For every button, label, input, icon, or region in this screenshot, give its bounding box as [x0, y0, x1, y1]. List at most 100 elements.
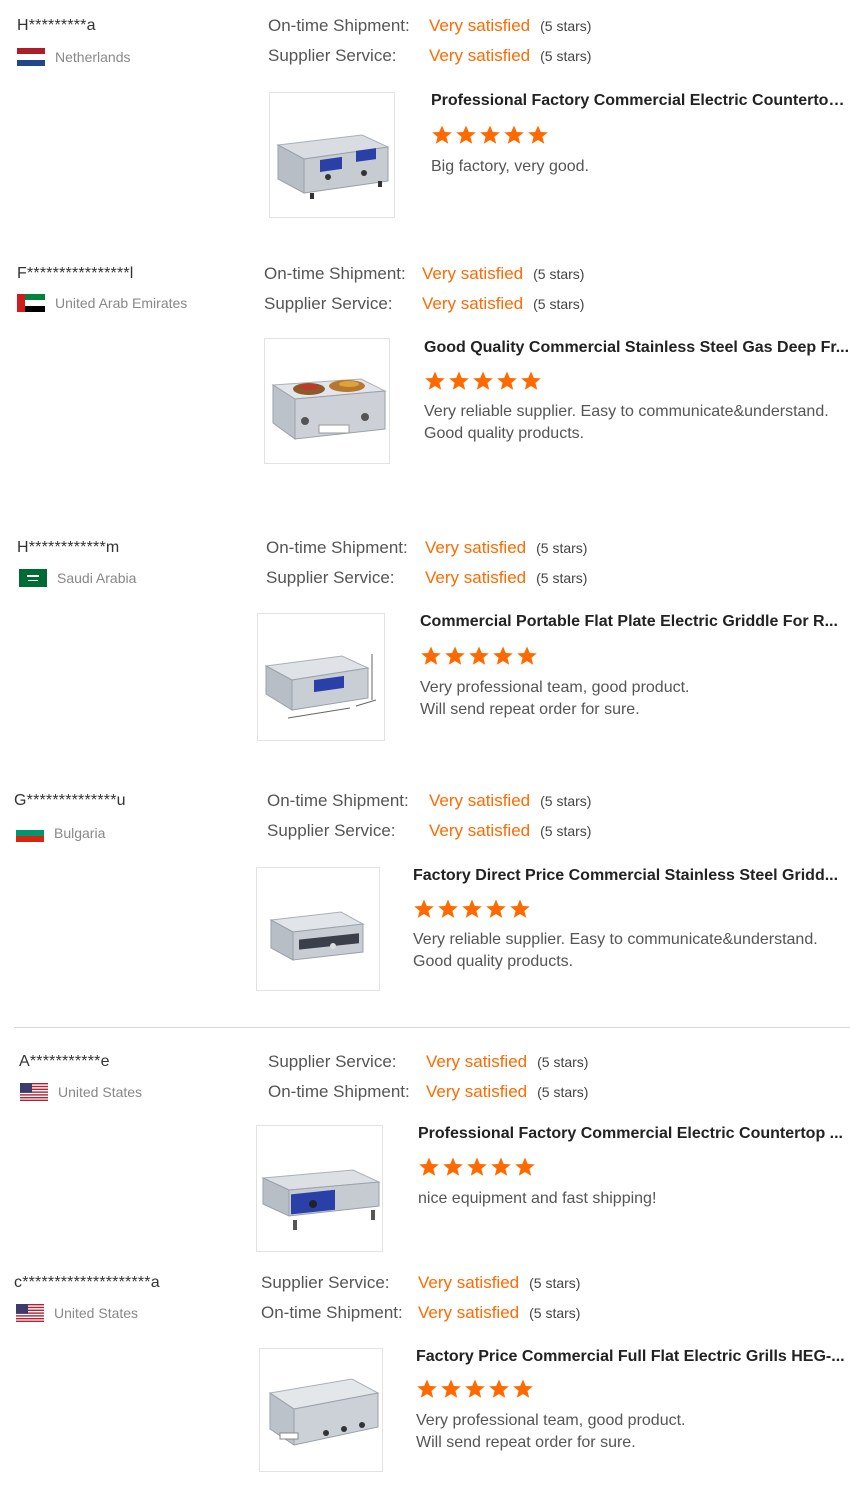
- product-thumbnail[interactable]: [264, 338, 390, 464]
- star-icon: [456, 125, 476, 144]
- buyer-country: United Arab Emirates: [17, 294, 187, 312]
- star-icon: [504, 125, 524, 144]
- rating-line-2: Supplier Service: Very satisfied (5 star…: [267, 821, 591, 841]
- star-icon: [425, 371, 445, 390]
- uae-flag-icon: [17, 294, 45, 312]
- product-thumbnail[interactable]: [256, 1125, 383, 1252]
- review-card: G**************u Bulgaria On-time Shipme…: [0, 778, 850, 1018]
- rating-value: Very satisfied: [429, 16, 531, 35]
- rating-label: Supplier Service:: [264, 294, 393, 313]
- review-card: c********************a United States Sup…: [0, 1262, 850, 1500]
- rating-line-1: On-time Shipment: Very satisfied (5 star…: [267, 791, 591, 811]
- section-divider: [14, 1027, 850, 1028]
- rating-stars-text: (5 stars): [540, 18, 592, 34]
- review-comment: Very reliable supplier. Easy to communic…: [424, 403, 829, 442]
- star-icon: [493, 646, 513, 665]
- rating-stars-text: (5 stars): [540, 48, 592, 64]
- star-icon: [417, 1379, 437, 1398]
- star-icon: [521, 371, 541, 390]
- buyer-country: United States: [16, 1304, 138, 1322]
- buyer-country: Netherlands: [17, 48, 131, 66]
- rating-line-2: On-time Shipment: Very satisfied (5 star…: [261, 1303, 580, 1323]
- rating-label: On-time Shipment:: [268, 16, 410, 35]
- product-thumbnail[interactable]: [256, 867, 380, 991]
- country-label: United States: [54, 1305, 139, 1321]
- star-icon: [486, 899, 506, 918]
- rating-stars-text: (5 stars): [533, 296, 585, 312]
- rating-value: Very satisfied: [426, 1082, 528, 1101]
- rating-stars-text: (5 stars): [533, 266, 585, 282]
- product-title-link[interactable]: Good Quality Commercial Stainless Steel …: [424, 339, 850, 357]
- rating-label: Supplier Service:: [267, 821, 396, 840]
- country-label: Netherlands: [55, 49, 131, 65]
- star-icon: [473, 371, 493, 390]
- bulgaria-flag-icon: [16, 824, 44, 842]
- product-title-link[interactable]: Factory Direct Price Commercial Stainles…: [413, 867, 843, 885]
- review-comment: nice equipment and fast shipping!: [418, 1190, 657, 1207]
- star-icon: [467, 1157, 487, 1176]
- star-rating: [418, 1156, 536, 1178]
- rating-line-1: On-time Shipment: Very satisfied (5 star…: [266, 538, 587, 558]
- rating-line-2: Supplier Service: Very satisfied (5 star…: [266, 568, 587, 588]
- star-icon: [421, 646, 441, 665]
- buyer-country: Saudi Arabia: [19, 569, 136, 587]
- product-thumbnail[interactable]: [269, 92, 395, 218]
- rating-value: Very satisfied: [429, 791, 531, 810]
- rating-line-2: On-time Shipment: Very satisfied (5 star…: [268, 1082, 588, 1102]
- rating-line-1: On-time Shipment: Very satisfied (5 star…: [264, 264, 584, 284]
- country-label: Saudi Arabia: [57, 570, 137, 586]
- rating-value: Very satisfied: [426, 1052, 528, 1071]
- star-rating: [413, 898, 531, 920]
- product-thumbnail[interactable]: [257, 613, 385, 741]
- rating-value: Very satisfied: [418, 1303, 520, 1322]
- rating-stars-text: (5 stars): [536, 570, 588, 586]
- rating-stars-text: (5 stars): [529, 1275, 581, 1291]
- product-title-link[interactable]: Professional Factory Commercial Electric…: [431, 92, 850, 110]
- star-rating: [420, 645, 538, 667]
- country-label: Bulgaria: [54, 825, 106, 841]
- rating-stars-text: (5 stars): [537, 1084, 589, 1100]
- review-comment: Very professional team, good product. Wi…: [416, 1412, 686, 1451]
- rating-stars-text: (5 stars): [536, 540, 588, 556]
- product-title-link[interactable]: Professional Factory Commercial Electric…: [418, 1125, 848, 1143]
- rating-line-1: Supplier Service: Very satisfied (5 star…: [268, 1052, 588, 1072]
- star-icon: [515, 1157, 535, 1176]
- rating-stars-text: (5 stars): [529, 1305, 581, 1321]
- rating-value: Very satisfied: [425, 568, 527, 587]
- usa-flag-icon: [16, 1304, 44, 1322]
- product-title-link[interactable]: Factory Price Commercial Full Flat Elect…: [416, 1348, 846, 1366]
- star-icon: [528, 125, 548, 144]
- rating-stars-text: (5 stars): [537, 1054, 589, 1070]
- rating-label: On-time Shipment:: [267, 791, 409, 810]
- rating-label: On-time Shipment:: [261, 1303, 403, 1322]
- review-comment: Big factory, very good.: [431, 158, 589, 175]
- rating-stars-text: (5 stars): [540, 793, 592, 809]
- review-comment: Very professional team, good product. Wi…: [420, 679, 690, 718]
- rating-line-1: On-time Shipment: Very satisfied (5 star…: [268, 16, 591, 36]
- star-icon: [491, 1157, 511, 1176]
- star-icon: [445, 646, 465, 665]
- rating-label: On-time Shipment:: [266, 538, 408, 557]
- netherlands-flag-icon: [17, 48, 45, 66]
- buyer-country: United States: [20, 1083, 142, 1101]
- review-card: H************m Saudi Arabia On-time Ship…: [0, 524, 850, 764]
- country-label: United States: [58, 1084, 143, 1100]
- product-thumbnail[interactable]: [259, 1348, 383, 1472]
- buyer-name: G**************u: [14, 792, 126, 809]
- rating-value: Very satisfied: [429, 821, 531, 840]
- rating-value: Very satisfied: [425, 538, 527, 557]
- rating-label: Supplier Service:: [268, 1052, 397, 1071]
- review-card: A***********e United States Supplier Ser…: [0, 1040, 850, 1260]
- star-rating: [424, 370, 542, 392]
- star-icon: [497, 371, 517, 390]
- rating-line-2: Supplier Service: Very satisfied (5 star…: [268, 46, 591, 66]
- product-title-link[interactable]: Commercial Portable Flat Plate Electric …: [420, 613, 850, 631]
- rating-label: Supplier Service:: [268, 46, 397, 65]
- rating-label: On-time Shipment:: [264, 264, 406, 283]
- usa-flag-icon: [20, 1083, 48, 1101]
- star-icon: [449, 371, 469, 390]
- rating-line-2: Supplier Service: Very satisfied (5 star…: [264, 294, 584, 314]
- star-icon: [517, 646, 537, 665]
- review-card: H*********a Netherlands On-time Shipment…: [0, 0, 850, 240]
- country-label: United Arab Emirates: [55, 295, 188, 311]
